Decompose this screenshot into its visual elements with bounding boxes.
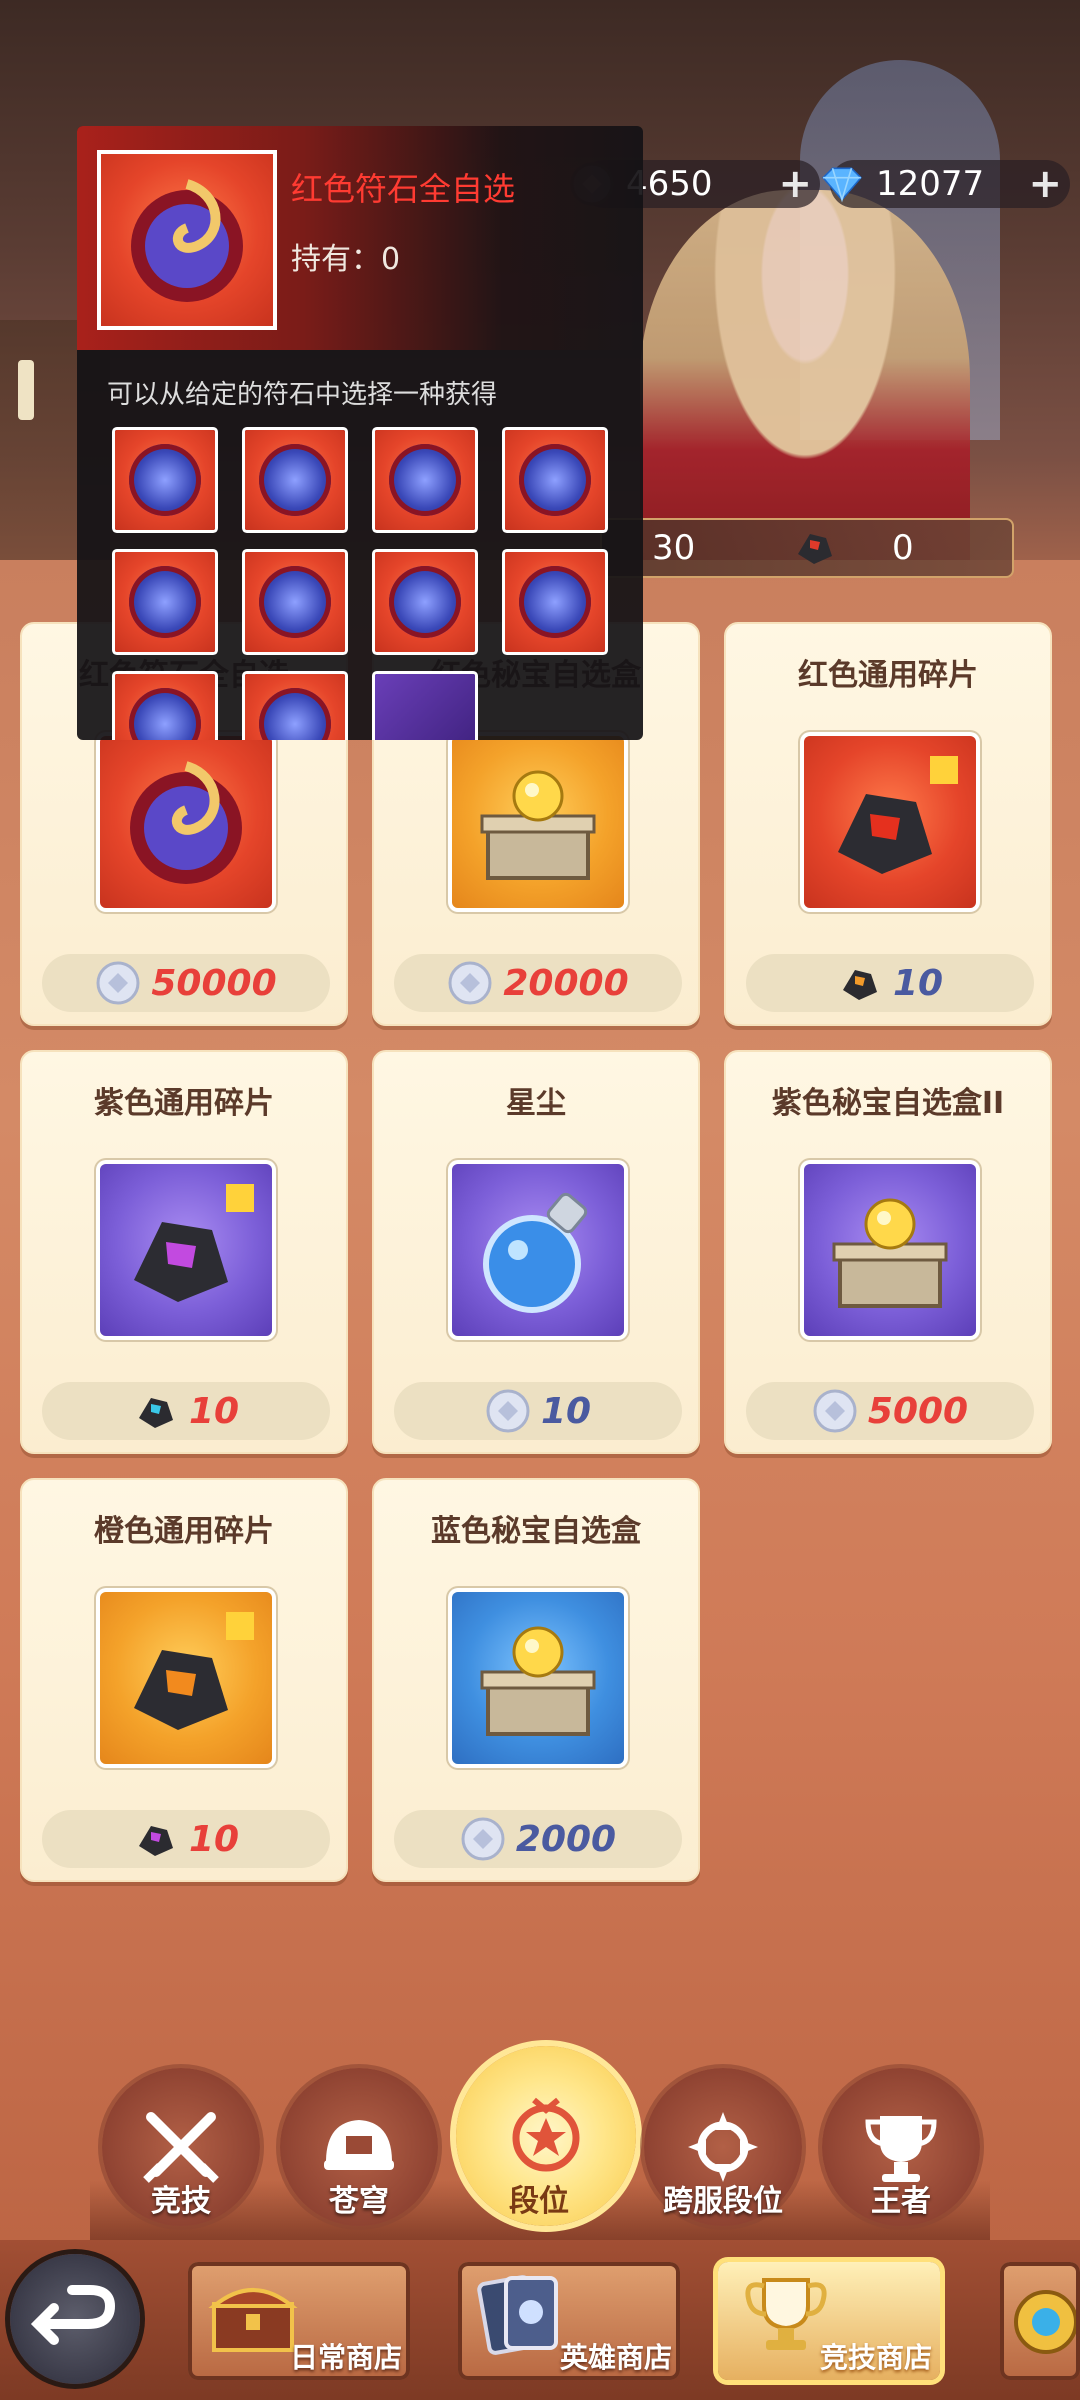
rune-swirl-icon bbox=[100, 736, 272, 908]
item-title: 橙色通用碎片 bbox=[94, 1514, 274, 1549]
back-arrow-icon bbox=[30, 2285, 116, 2345]
shop-item-blue-treasure-box[interactable]: 蓝色秘宝自选盒 2000 bbox=[372, 1478, 700, 1882]
price-value: 10 bbox=[188, 1390, 240, 1432]
treasure-box-icon bbox=[804, 1164, 976, 1336]
item-title: 紫色通用碎片 bbox=[94, 1086, 274, 1121]
hero-shop-button[interactable]: 英雄商店 bbox=[458, 2262, 680, 2380]
rune-option-icon[interactable] bbox=[375, 552, 475, 652]
tab-label: 王者 bbox=[871, 2184, 931, 2219]
daily-shop-button[interactable]: 日常商店 bbox=[188, 2262, 410, 2380]
item-price: 10 bbox=[42, 1382, 330, 1440]
treasure-box-icon bbox=[452, 736, 624, 908]
medal-coin-icon bbox=[447, 960, 493, 1006]
diamond-amount: 12077 bbox=[876, 164, 985, 204]
item-price: 2000 bbox=[394, 1810, 682, 1868]
rune-option-icon[interactable] bbox=[375, 430, 475, 530]
resource-strip: 30 0 bbox=[600, 518, 1014, 578]
rune-option-icon[interactable] bbox=[505, 430, 605, 530]
diamond-currency: 12077 + bbox=[822, 160, 1070, 208]
tab-king[interactable]: 王者 bbox=[818, 2068, 984, 2234]
tooltip-owned-count: 持有：0 bbox=[291, 242, 401, 277]
item-price: 10 bbox=[394, 1382, 682, 1440]
treasure-chest-icon bbox=[208, 2274, 298, 2358]
gem-emblem-icon bbox=[1006, 2282, 1078, 2366]
tab-label: 跨服段位 bbox=[663, 2184, 783, 2219]
shop-item-orange-fragment[interactable]: 橙色通用碎片 10 bbox=[20, 1478, 348, 1882]
tab-cross-server-rank[interactable]: 跨服段位 bbox=[640, 2068, 806, 2234]
back-button[interactable] bbox=[10, 2254, 140, 2384]
fragment-icon bbox=[792, 524, 838, 579]
item-price: 20000 bbox=[394, 954, 682, 1012]
tooltip-item-name: 红色符石全自选 bbox=[291, 170, 516, 208]
shop-item-purple-treasure-box[interactable]: 紫色秘宝自选盒II 5000 bbox=[724, 1050, 1052, 1454]
rune-option-icon[interactable] bbox=[115, 552, 215, 652]
shop-item-purple-fragment[interactable]: 紫色通用碎片 10 bbox=[20, 1050, 348, 1454]
price-value: 20000 bbox=[503, 962, 629, 1004]
item-title: 蓝色秘宝自选盒 bbox=[431, 1514, 641, 1549]
price-value: 10 bbox=[188, 1818, 240, 1860]
tooltip-description: 可以从给定的符石中选择一种获得 bbox=[107, 380, 498, 410]
price-value: 2000 bbox=[515, 1818, 617, 1860]
hero-cards-icon bbox=[474, 2268, 564, 2362]
item-title: 紫色秘宝自选盒II bbox=[771, 1086, 1005, 1121]
tab-label: 竞技 bbox=[151, 2184, 211, 2219]
tab-arena[interactable]: 竞技 bbox=[98, 2068, 264, 2234]
shop-label: 竞技商店 bbox=[819, 2341, 932, 2374]
arena-shop-button[interactable]: 竞技商店 bbox=[718, 2262, 940, 2380]
shop-item-stardust[interactable]: 星尘 10 bbox=[372, 1050, 700, 1454]
orange-fragment-icon bbox=[837, 960, 883, 1006]
item-price: 5000 bbox=[746, 1382, 1034, 1440]
price-value: 50000 bbox=[151, 962, 277, 1004]
medal-coin-icon bbox=[95, 960, 141, 1006]
rune-option-icon[interactable] bbox=[245, 674, 345, 740]
price-value: 5000 bbox=[867, 1390, 969, 1432]
red-fragment-icon bbox=[804, 736, 976, 908]
stardust-bottle-icon bbox=[452, 1164, 624, 1336]
item-tooltip: 红色符石全自选 持有：0 可以从给定的符石中选择一种获得 bbox=[77, 126, 643, 740]
tab-label: 段位 bbox=[509, 2184, 569, 2219]
shop-label: 日常商店 bbox=[289, 2341, 402, 2374]
tab-label: 苍穹 bbox=[329, 2184, 389, 2219]
orange-fragment-icon bbox=[100, 1592, 272, 1764]
tab-rank[interactable]: 段位 bbox=[456, 2046, 636, 2234]
item-price: 10 bbox=[42, 1810, 330, 1868]
purple-fragment-icon bbox=[100, 1164, 272, 1336]
blue-fragment-icon bbox=[133, 1388, 179, 1434]
rune-swirl-icon bbox=[101, 154, 273, 326]
item-price: 50000 bbox=[42, 954, 330, 1012]
medal-coin-icon bbox=[812, 1388, 858, 1434]
rune-option-icon[interactable] bbox=[115, 430, 215, 530]
medal-coin-icon bbox=[485, 1388, 531, 1434]
tab-sky[interactable]: 苍穹 bbox=[276, 2068, 442, 2234]
item-title: 红色通用碎片 bbox=[798, 658, 978, 693]
more-shops-button[interactable] bbox=[1000, 2262, 1080, 2380]
purple-fragment-icon bbox=[133, 1816, 179, 1862]
item-title: 星尘 bbox=[506, 1086, 566, 1121]
rune-option-icon[interactable] bbox=[245, 430, 345, 530]
diamond-icon bbox=[820, 162, 864, 206]
candle bbox=[18, 360, 34, 420]
rune-option-icon[interactable] bbox=[245, 552, 345, 652]
treasure-box-icon bbox=[452, 1592, 624, 1764]
resource-left-value: 30 bbox=[652, 528, 696, 568]
item-price: 10 bbox=[746, 954, 1034, 1012]
shop-item-red-fragment[interactable]: 红色通用碎片 10 bbox=[724, 622, 1052, 1026]
add-medals-button[interactable]: + bbox=[778, 161, 812, 207]
price-value: 10 bbox=[540, 1390, 592, 1432]
price-value: 10 bbox=[892, 962, 944, 1004]
add-diamonds-button[interactable]: + bbox=[1028, 161, 1062, 207]
rune-card-icon[interactable] bbox=[375, 674, 475, 740]
shop-label: 英雄商店 bbox=[559, 2341, 672, 2374]
rune-option-icon[interactable] bbox=[115, 674, 215, 740]
rune-option-icon[interactable] bbox=[505, 552, 605, 652]
medal-coin-icon bbox=[460, 1816, 506, 1862]
resource-right-value: 0 bbox=[892, 528, 914, 568]
